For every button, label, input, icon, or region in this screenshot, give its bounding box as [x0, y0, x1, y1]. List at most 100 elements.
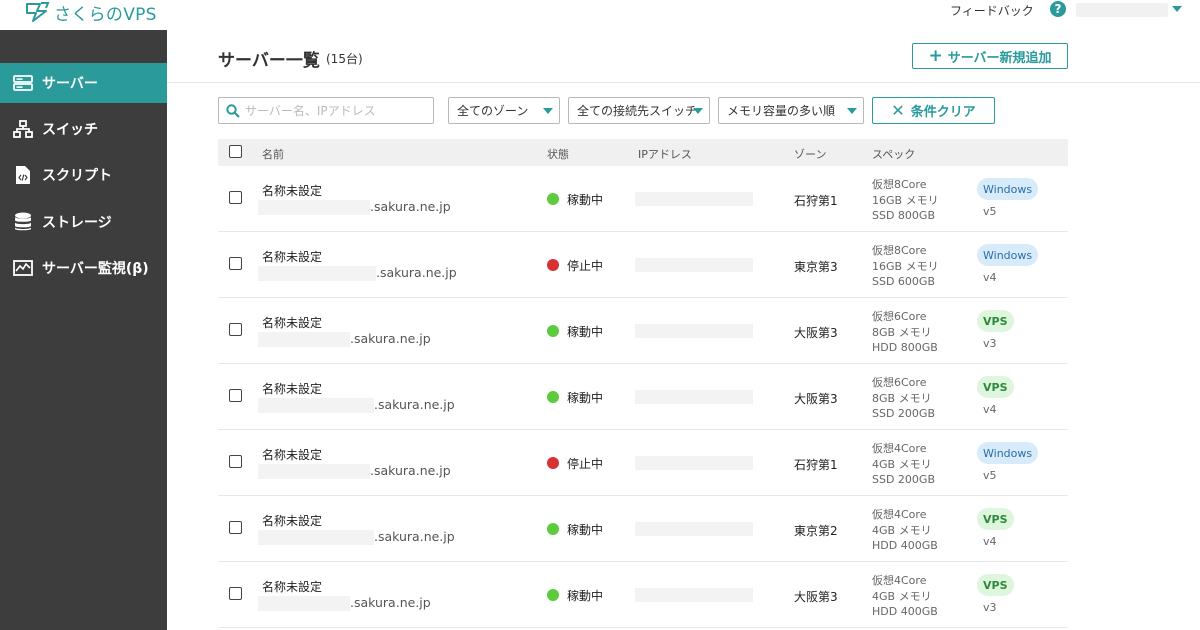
network-icon [13, 119, 33, 139]
row-checkbox[interactable] [229, 455, 242, 468]
table-row[interactable]: 名称未設定 .sakura.ne.jp 稼動中 東京第2 仮想4Core 4GB メモリ H… [218, 496, 1068, 562]
sidebar-item-label: スクリプト [42, 168, 112, 184]
script-file-icon [13, 165, 33, 185]
clear-filters-button[interactable]: ✕ 条件クリア [872, 97, 995, 124]
table-row[interactable]: 名称未設定 .sakura.ne.jp 稼動中 大阪第3 仮想4Core 4GB メモリ H… [218, 562, 1068, 628]
server-name[interactable]: 名称未設定 [262, 314, 322, 331]
hostname-redacted [258, 464, 370, 479]
row-checkbox[interactable] [229, 521, 242, 534]
spec-disk: HDD 400GB [872, 605, 938, 618]
status-dot-icon [547, 589, 559, 601]
server-name[interactable]: 名称未設定 [262, 380, 322, 397]
server-name[interactable]: 名称未設定 [262, 182, 322, 199]
column-header-spec[interactable]: スペック [872, 146, 915, 162]
row-checkbox[interactable] [229, 191, 242, 204]
zone-select[interactable]: 全てのゾーン [448, 97, 560, 124]
spec-disk: HDD 800GB [872, 341, 938, 354]
server-name[interactable]: 名称未設定 [262, 446, 322, 463]
header-divider [167, 82, 1200, 83]
select-all-checkbox[interactable] [229, 145, 242, 158]
sidebar-item-label: サーバー [42, 76, 98, 92]
table-row[interactable]: 名称未設定 .sakura.ne.jp 停止中 石狩第1 仮想4Core 4GB メモリ S… [218, 430, 1068, 496]
hostname-redacted [258, 398, 374, 413]
plan-badge: Windows [977, 244, 1039, 266]
plan-badge: VPS [977, 376, 1014, 398]
ip-address-redacted [635, 258, 753, 272]
chevron-down-icon [543, 108, 553, 114]
add-server-button[interactable]: + サーバー新規追加 [912, 43, 1068, 69]
hostname-redacted [258, 596, 350, 611]
sidebar-item-monitoring[interactable]: サーバー監視(β) [0, 248, 167, 288]
spec-disk: SSD 800GB [872, 209, 935, 222]
sidebar-item-storage[interactable]: ストレージ [0, 202, 167, 242]
server-name[interactable]: 名称未設定 [262, 578, 322, 595]
plan-badge: Windows [977, 178, 1039, 200]
sidebar: サーバー スイッチ スクリプト ストレージ サーバー監視(β) [0, 30, 167, 630]
search-input[interactable] [245, 102, 425, 120]
spec-cpu: 仮想4Core [872, 508, 927, 521]
zone-text: 東京第3 [794, 260, 838, 274]
ip-address-redacted [635, 456, 753, 470]
column-header-name[interactable]: 名前 [262, 146, 284, 162]
zone-select-value: 全てのゾーン [457, 104, 529, 118]
switch-select-value: 全ての接続先スイッチ [577, 104, 698, 118]
row-checkbox[interactable] [229, 323, 242, 336]
row-checkbox[interactable] [229, 587, 242, 600]
table-row[interactable]: 名称未設定 .sakura.ne.jp 稼動中 石狩第1 仮想8Core 16GB メモリ… [218, 166, 1068, 232]
version-text: v3 [983, 337, 997, 350]
spec-block: 仮想6Core 8GB メモリ HDD 800GB [872, 309, 938, 356]
hostname-redacted [258, 200, 370, 215]
table-row[interactable]: 名称未設定 .sakura.ne.jp 稼動中 大阪第3 仮想6Core 8GB メモリ S… [218, 364, 1068, 430]
version-text: v4 [983, 271, 997, 284]
column-header-zone[interactable]: ゾーン [794, 146, 826, 162]
search-box[interactable] [218, 97, 434, 124]
feedback-link[interactable]: フィードバック [950, 2, 1034, 19]
row-checkbox[interactable] [229, 257, 242, 270]
sidebar-item-label: スイッチ [42, 122, 98, 138]
sidebar-item-server[interactable]: サーバー [0, 63, 167, 103]
spec-disk: SSD 200GB [872, 407, 935, 420]
status-text: 稼動中 [567, 391, 604, 405]
column-header-ip[interactable]: IPアドレス [638, 146, 692, 162]
row-checkbox[interactable] [229, 389, 242, 402]
zone-text: 東京第2 [794, 524, 838, 538]
hostname-domain: .sakura.ne.jp [374, 397, 455, 412]
sidebar-item-label: サーバー監視(β) [42, 261, 149, 277]
table-row[interactable]: 名称未設定 .sakura.ne.jp 稼動中 大阪第3 仮想6Core 8GB メモリ H… [218, 298, 1068, 364]
sort-select[interactable]: メモリ容量の多い順 [718, 97, 864, 124]
ip-address-redacted [635, 324, 753, 338]
version-text: v5 [983, 469, 997, 482]
page-title: サーバー一覧 [218, 51, 320, 71]
plan-badge: VPS [977, 574, 1014, 596]
server-name[interactable]: 名称未設定 [262, 248, 322, 265]
spec-disk: SSD 200GB [872, 473, 935, 486]
spec-cpu: 仮想6Core [872, 310, 927, 323]
spec-memory: 16GB メモリ [872, 259, 939, 273]
version-text: v5 [983, 205, 997, 218]
column-header-status[interactable]: 状態 [547, 146, 569, 162]
question-circle-icon[interactable]: ? [1050, 1, 1066, 17]
spec-block: 仮想8Core 16GB メモリ SSD 800GB [872, 177, 939, 224]
server-icon [13, 73, 33, 93]
zone-text: 大阪第3 [794, 392, 838, 406]
brand-logo[interactable]: さくらのVPS [24, 0, 157, 25]
sakura-logo-icon [26, 2, 50, 22]
sidebar-item-switch[interactable]: スイッチ [0, 109, 167, 149]
hostname-redacted [258, 530, 374, 545]
table-row[interactable]: 名称未設定 .sakura.ne.jp 停止中 東京第3 仮想8Core 16GB メモリ… [218, 232, 1068, 298]
spec-block: 仮想4Core 4GB メモリ SSD 200GB [872, 441, 935, 488]
status-dot-icon [547, 457, 559, 469]
server-name[interactable]: 名称未設定 [262, 512, 322, 529]
spec-memory: 8GB メモリ [872, 391, 932, 405]
status-dot-icon [547, 259, 559, 271]
spec-cpu: 仮想8Core [872, 178, 927, 191]
spec-memory: 4GB メモリ [872, 589, 932, 603]
sidebar-item-script[interactable]: スクリプト [0, 155, 167, 195]
clear-filters-label: 条件クリア [910, 105, 976, 120]
chevron-down-icon[interactable] [1172, 6, 1182, 12]
switch-select[interactable]: 全ての接続先スイッチ [568, 97, 710, 124]
monitor-chart-icon [13, 258, 33, 278]
spec-cpu: 仮想8Core [872, 244, 927, 257]
user-menu[interactable] [1076, 3, 1168, 17]
hostname-domain: .sakura.ne.jp [350, 595, 431, 610]
